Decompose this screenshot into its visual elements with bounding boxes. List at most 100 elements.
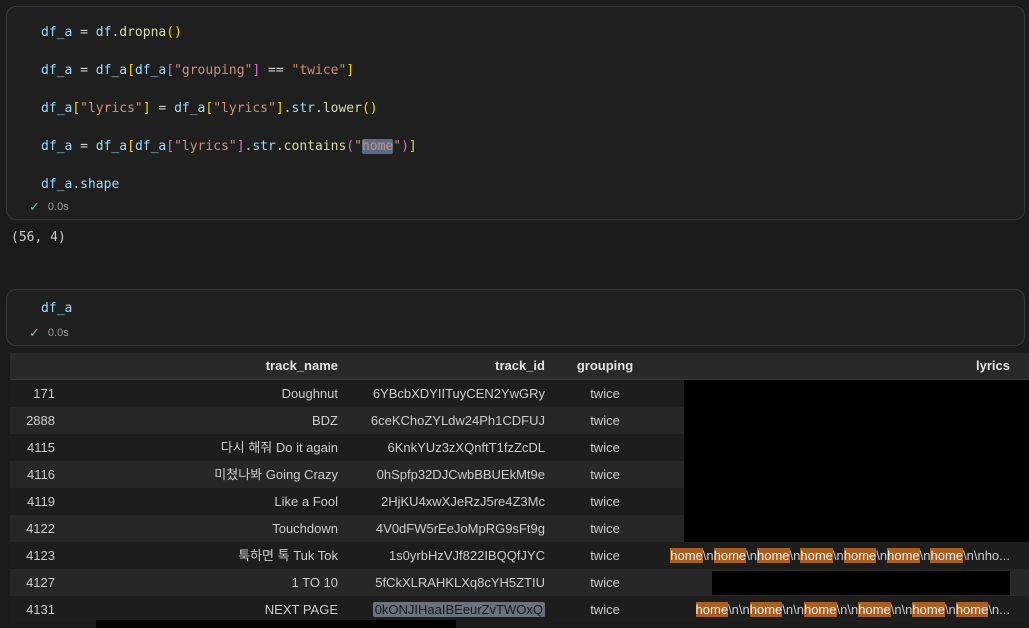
column-header-grouping: grouping <box>576 358 634 373</box>
code-line[interactable]: df_a["lyrics"] = df_a["lyrics"].str.lowe… <box>41 99 417 118</box>
cell-index: 4127 <box>26 575 55 590</box>
code-line[interactable] <box>41 42 417 61</box>
code-token: " <box>354 139 362 154</box>
code-token: [ <box>127 63 135 78</box>
code-token: str <box>252 139 276 154</box>
search-highlight: home <box>749 602 783 617</box>
code-token: ] <box>346 63 355 78</box>
code-token: [ <box>166 63 175 78</box>
redaction-box <box>684 488 1029 515</box>
cell-output-text: (56, 4) <box>11 230 66 245</box>
code-token: df_a <box>41 177 73 192</box>
code-editor-1[interactable]: df_a = df.dropna() df_a = df_a[df_a["gro… <box>41 23 417 194</box>
code-line[interactable]: df_a <box>41 299 72 318</box>
table-row: 4131 NEXT PAGE 0kONJIHaaIBEeurZvTWOxQ twice… <box>10 596 1029 623</box>
lyrics-text: \n <box>919 548 931 563</box>
cell-grouping: twice <box>590 602 620 617</box>
code-token: df_a <box>95 63 128 78</box>
cell-track-name: Touchdown <box>272 521 338 536</box>
cell-grouping: twice <box>590 575 620 590</box>
success-check-icon: ✓ <box>29 199 40 214</box>
code-token: shape <box>80 177 120 192</box>
cell-index: 4131 <box>26 602 55 617</box>
search-highlight: home <box>955 602 989 617</box>
lyrics-text: \n <box>944 602 956 617</box>
cell-grouping: twice <box>590 494 620 509</box>
code-editor-2[interactable]: df_a <box>41 299 72 318</box>
table-row: 4119 Like a Fool 2HjKU4xwXJeRzJ5re4Z3Mc twi… <box>10 488 1029 515</box>
cell-track-name: BDZ <box>312 413 338 428</box>
code-line[interactable] <box>41 118 417 137</box>
cell-index: 4122 <box>26 521 55 536</box>
code-token: "twice" <box>291 63 347 78</box>
lyrics-text: \n <box>746 548 757 563</box>
code-token: df_a <box>134 139 167 154</box>
lyrics-text: \n <box>702 548 714 563</box>
cell-index: 4123 <box>26 548 55 563</box>
redaction-box <box>684 515 1029 542</box>
code-token: df_a <box>41 63 73 78</box>
code-token: = <box>150 101 175 116</box>
code-token: df <box>95 25 112 40</box>
execution-time: 0.0s <box>47 326 69 339</box>
column-header-track-name: track_name <box>265 358 338 373</box>
code-token: df_a <box>174 101 206 116</box>
search-highlight: home <box>930 548 964 563</box>
success-check-icon: ✓ <box>29 325 40 340</box>
table-row: 2888 BDZ 6ceKChoZYLdw24Ph1CDFUJ twice <box>10 407 1029 434</box>
cell-track-id: 2HjKU4xwXJeRzJ5re4Z3Mc <box>381 494 545 509</box>
cell-grouping: twice <box>590 413 620 428</box>
code-token: ] <box>142 101 151 116</box>
code-token: ) <box>401 139 409 154</box>
selected-text: home <box>361 139 394 154</box>
redaction-strip <box>96 620 456 628</box>
code-token: [ <box>72 101 81 116</box>
table-row: 171 Doughnut 6YBcbXDYIITuyCEN2YwGRy twice <box>10 380 1029 407</box>
cell-track-name: 다시 해줘 Do it again <box>220 440 338 455</box>
lyrics-text: \n\n <box>728 602 750 617</box>
lyrics-text: \n <box>789 548 801 563</box>
code-line[interactable]: df_a.shape <box>41 175 417 194</box>
code-token: . <box>275 139 284 154</box>
table-row: 4127 1 TO 10 5fCkXLRAHKLXq8cYH5ZTIU twice <box>10 569 1029 596</box>
cell-grouping: twice <box>590 521 620 536</box>
cell-track-id: 0hSpfp32DJCwbBBUEkMt9e <box>376 467 545 482</box>
search-highlight: home <box>843 548 877 563</box>
table-row: 4116 미쳤나봐 Going Crazy 0hSpfp32DJCwbBBUEkMt… <box>10 461 1029 488</box>
code-token: df_a <box>41 301 73 316</box>
cell-track-name: Like a Fool <box>274 494 338 509</box>
code-token: () <box>361 101 378 116</box>
dataframe-output: track_name track_id grouping lyrics 171 Dough… <box>10 353 1029 623</box>
search-highlight: home <box>912 602 945 617</box>
selected-text: 0kONJIHaaIBEeurZvTWOxQ <box>372 602 545 617</box>
code-line[interactable]: df_a = df_a[df_a["lyrics"].str.contains(… <box>41 137 417 156</box>
cell-grouping: twice <box>590 548 620 563</box>
code-token: ] <box>236 139 245 154</box>
code-token: str <box>291 101 315 116</box>
code-token: [ <box>127 139 135 154</box>
code-line[interactable]: df_a = df_a[df_a["grouping"] == "twice"] <box>41 61 417 80</box>
code-line[interactable]: df_a = df.dropna() <box>41 23 417 42</box>
search-highlight: home <box>713 548 747 563</box>
code-line[interactable] <box>41 80 417 99</box>
code-token: == <box>260 63 292 78</box>
code-line[interactable] <box>41 156 417 175</box>
redaction-box <box>684 380 1029 407</box>
code-token: df_a <box>41 25 73 40</box>
code-token: . <box>314 101 323 116</box>
cell-track-id: 0kONJIHaaIBEeurZvTWOxQ <box>338 596 545 623</box>
execution-time: 0.0s <box>47 200 69 213</box>
redaction-box <box>684 461 1029 488</box>
code-cell-1[interactable]: df_a = df.dropna() df_a = df_a[df_a["gro… <box>6 6 1025 220</box>
code-token: " <box>393 139 402 154</box>
search-highlight: home <box>695 602 729 617</box>
table-row: 4115 다시 해줘 Do it again 6KnkYUz3zXQnftT1fzZ… <box>10 434 1029 461</box>
lyrics-text: \n... <box>988 602 1010 617</box>
code-token: = <box>72 139 96 154</box>
cell-lyrics: home\n\nhome\n\nhome\n\nhome\n\nhome\nho… <box>665 596 1029 623</box>
search-highlight: home <box>756 548 790 563</box>
code-cell-2[interactable]: df_a ✓ 0.0s <box>6 289 1025 346</box>
cell-track-name: 툭하면 톡 Tuk Tok <box>238 548 338 563</box>
code-token: df_a <box>134 63 167 78</box>
code-token: ( <box>346 139 355 154</box>
